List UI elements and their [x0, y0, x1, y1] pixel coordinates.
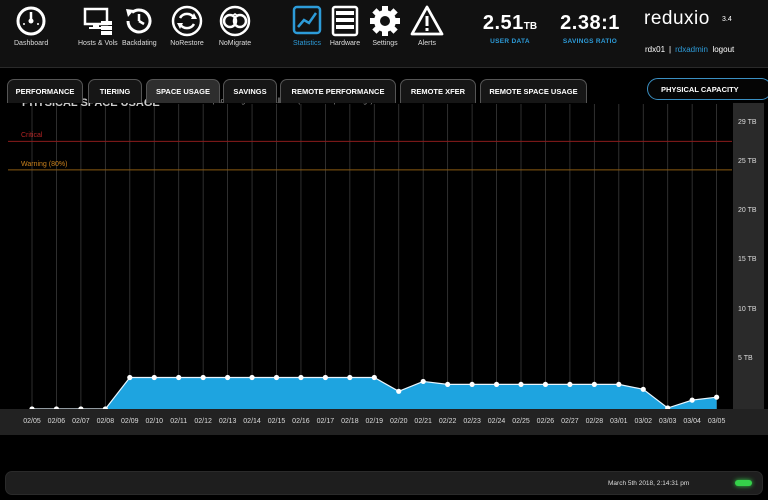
- data-point: [273, 374, 280, 381]
- tab-remote-performance[interactable]: REMOTE PERFORMANCE: [280, 79, 396, 103]
- data-point: [298, 374, 304, 381]
- x-tick-label: 02/10: [145, 418, 163, 425]
- space-usage-chart: 02/05 02/06 02/07 02/08 02/09 02/10 02/11 02/12…: [0, 104, 768, 435]
- y-tick-label: 5 TB: [738, 354, 753, 362]
- data-point: [689, 397, 695, 403]
- x-tick-label: 02/06: [48, 418, 66, 425]
- x-tick-label: 02/25: [512, 418, 530, 425]
- physical-capacity-button[interactable]: PHYSICAL CAPACITY: [647, 78, 768, 100]
- critical-threshold-label: Critical: [21, 132, 43, 140]
- data-point: [371, 374, 377, 381]
- data-point: [591, 381, 597, 388]
- x-tick-label: 02/11: [170, 418, 187, 425]
- x-tick-label: 02/12: [194, 418, 212, 425]
- data-point: [518, 381, 524, 388]
- y-tick-label: 29 TB: [738, 118, 757, 126]
- x-tick-label: 02/21: [414, 418, 432, 425]
- x-tick-label: 02/19: [366, 418, 384, 425]
- x-tick-label: 02/23: [463, 418, 481, 425]
- data-point: [176, 374, 182, 381]
- x-tick-label: 02/24: [488, 418, 506, 425]
- y-tick-label: 25 TB: [738, 158, 757, 166]
- x-tick-label: 02/26: [537, 418, 555, 425]
- data-point: [322, 374, 328, 381]
- data-point: [127, 374, 133, 381]
- data-point: [420, 378, 426, 385]
- data-point: [249, 374, 255, 381]
- y-tick-label: 20 TB: [738, 207, 757, 215]
- status-indicator: [735, 480, 752, 486]
- x-tick-label: 03/02: [634, 418, 652, 425]
- y-tick-label: 15 TB: [738, 256, 757, 264]
- plot-area: [8, 104, 732, 409]
- tab-tiering[interactable]: TIERING: [88, 79, 142, 103]
- x-tick-label: 02/09: [121, 418, 139, 425]
- x-tick-label: 02/28: [586, 418, 604, 425]
- tab-space-usage[interactable]: SPACE USAGE: [146, 79, 220, 103]
- tab-remote-xfer[interactable]: REMOTE XFER: [400, 79, 476, 103]
- x-tick-label: 02/15: [268, 418, 286, 425]
- x-tick-label: 02/13: [219, 418, 237, 425]
- data-point: [469, 381, 475, 388]
- x-tick-label: 03/03: [659, 418, 677, 425]
- footer-timestamp: March 5th 2018, 2:14:31 pm: [608, 480, 690, 487]
- data-point: [567, 381, 573, 388]
- tab-savings[interactable]: SAVINGS: [223, 79, 277, 103]
- data-point: [493, 381, 500, 388]
- x-tick-label: 03/01: [610, 418, 628, 425]
- x-tick-label: 02/22: [439, 418, 457, 425]
- tab-remote-space-usage[interactable]: REMOTE SPACE USAGE: [480, 79, 587, 103]
- x-tick-label: 02/08: [97, 418, 115, 425]
- x-tick-label: 02/17: [317, 418, 335, 425]
- data-point: [347, 374, 353, 381]
- x-tick-label: 02/16: [292, 418, 310, 425]
- data-point: [640, 386, 646, 392]
- data-point: [200, 374, 206, 381]
- x-tick-label: 02/07: [72, 418, 90, 425]
- data-point: [542, 381, 549, 388]
- x-tick-label: 03/05: [708, 418, 726, 425]
- warning-threshold-label: Warning (80%): [21, 160, 68, 168]
- x-axis-strip: [0, 409, 768, 435]
- data-point: [445, 381, 451, 388]
- x-tick-label: 02/18: [341, 418, 359, 425]
- x-tick-label: 02/20: [390, 418, 408, 425]
- x-tick-label: 02/14: [243, 418, 261, 425]
- x-tick-label: 03/04: [683, 418, 701, 425]
- y-tick-label: 10 TB: [738, 305, 757, 313]
- data-point: [396, 388, 402, 394]
- data-point: [714, 394, 720, 400]
- x-tick-label: 02/05: [23, 418, 41, 425]
- data-point: [151, 374, 157, 381]
- data-point: [616, 381, 622, 388]
- data-point: [225, 374, 231, 381]
- tab-performance[interactable]: PERFORMANCE: [7, 79, 83, 103]
- x-tick-label: 02/27: [561, 418, 579, 425]
